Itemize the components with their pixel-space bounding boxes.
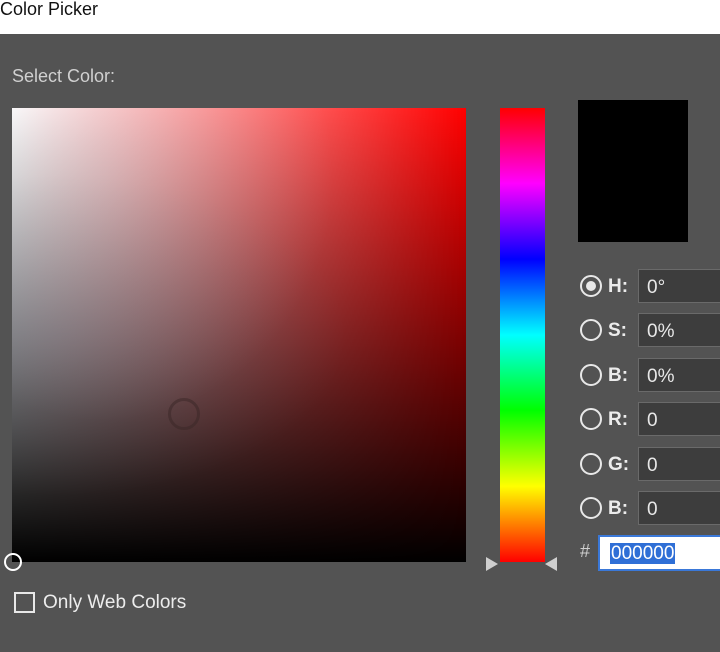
radio-g[interactable]: [580, 453, 602, 475]
hex-prefix-label: #: [580, 541, 591, 561]
radio-s[interactable]: [580, 319, 602, 341]
radio-h[interactable]: [580, 275, 602, 297]
color-cursor[interactable]: [4, 553, 22, 571]
hex-input[interactable]: 000000: [598, 535, 720, 571]
field-row-r: R: 0: [578, 401, 720, 437]
input-brightness[interactable]: 0%: [638, 358, 720, 392]
radio-dot: [586, 281, 596, 291]
input-r[interactable]: 0: [638, 402, 720, 436]
field-ghost-ring: [168, 398, 200, 430]
select-color-label: Select Color:: [12, 66, 116, 86]
radio-blue[interactable]: [580, 497, 602, 519]
color-preview: [578, 100, 688, 242]
field-row-blue: B: 0: [578, 490, 720, 526]
hue-slider-handle-right-icon[interactable]: [545, 557, 557, 571]
label-blue: B:: [608, 498, 629, 519]
input-g[interactable]: 0: [638, 447, 720, 481]
label-brightness: B:: [608, 365, 629, 386]
radio-r[interactable]: [580, 408, 602, 430]
label-h: H:: [608, 276, 629, 297]
window-title: Color Picker: [0, 0, 99, 19]
input-blue[interactable]: 0: [638, 491, 720, 525]
only-web-colors-label: Only Web Colors: [43, 592, 187, 613]
field-row-g: G: 0: [578, 446, 720, 482]
field-row-h: H: 0°: [578, 268, 720, 304]
input-h[interactable]: 0°: [638, 269, 720, 303]
hex-value-selection: 000000: [610, 543, 676, 564]
field-row-brightness: B: 0%: [578, 357, 720, 393]
field-row-s: S: 0%: [578, 312, 720, 348]
saturation-brightness-field[interactable]: [12, 108, 466, 562]
label-s: S:: [608, 320, 627, 341]
label-g: G:: [608, 454, 630, 475]
hue-slider-handle-left-icon[interactable]: [486, 557, 498, 571]
title-bar: Color Picker: [0, 0, 720, 34]
radio-brightness[interactable]: [580, 364, 602, 386]
only-web-colors-checkbox[interactable]: [14, 592, 35, 613]
label-r: R:: [608, 409, 629, 430]
hue-slider[interactable]: [500, 108, 545, 562]
input-s[interactable]: 0%: [638, 313, 720, 347]
